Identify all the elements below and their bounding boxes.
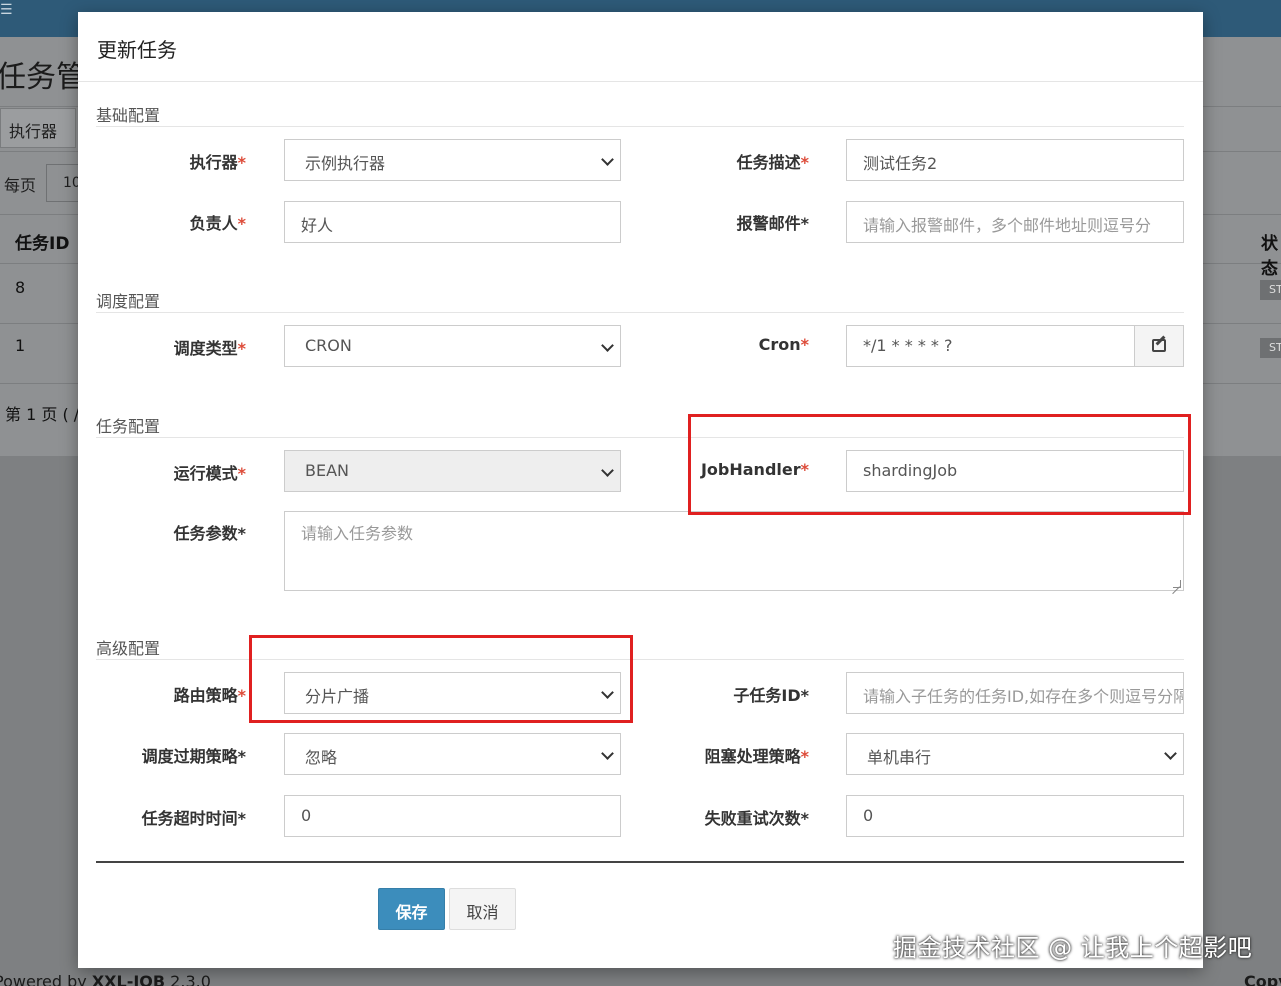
job-desc-label: 任务描述*: [649, 149, 809, 173]
resize-handle[interactable]: [1173, 580, 1181, 588]
footer-version: 2.3.0: [165, 972, 211, 986]
schedule-type-select[interactable]: CRON: [284, 325, 621, 367]
table-header-id: 任务ID: [15, 234, 70, 254]
section-divider: [96, 312, 1184, 313]
schedule-type-label-text: 调度类型: [173, 339, 238, 358]
status-badge: ST: [1260, 338, 1281, 358]
required-mark: *: [237, 214, 246, 233]
alarm-email-label: 报警邮件*: [736, 214, 809, 233]
save-button[interactable]: 保存: [378, 888, 445, 930]
block-strategy-value: 单机串行: [867, 748, 932, 767]
per-page-label: 每页: [4, 176, 37, 195]
author-label-text: 负责人: [189, 214, 238, 233]
chevron-down-icon: [1164, 747, 1177, 760]
footer-copyright: Copy: [1244, 972, 1281, 986]
glue-type-value: BEAN: [305, 461, 349, 480]
job-param-placeholder: 请输入任务参数: [301, 524, 414, 543]
schedule-type-value: CRON: [305, 336, 352, 355]
footer-powered-prefix: Powered by: [0, 972, 92, 986]
watermark: 掘金技术社区 @ 让我上个超影吧: [893, 934, 1253, 962]
block-strategy-label-text: 阻塞处理策略: [704, 747, 801, 766]
footer-product-name: XXL-JOB: [91, 972, 166, 986]
child-job-id-label: 子任务ID*: [733, 686, 809, 705]
timeout-label: 任务超时时间*: [141, 809, 246, 828]
required-mark: *: [237, 686, 246, 705]
chevron-down-icon: [601, 339, 614, 352]
route-strategy-label: 路由策略*: [86, 682, 246, 706]
menu-toggle-icon[interactable]: ☰: [0, 2, 13, 18]
table-cell-id: 8: [15, 278, 26, 297]
pagination-info: 第 1 页 ( /: [5, 405, 80, 424]
required-mark: *: [800, 747, 809, 766]
footer-powered-by: Powered by XXL-JOB 2.3.0: [0, 972, 211, 986]
table-cell-id: 1: [15, 336, 26, 355]
executor-select[interactable]: 示例执行器: [284, 139, 621, 181]
misfire-strategy-value: 忽略: [305, 748, 338, 767]
block-strategy-select[interactable]: 单机串行: [846, 733, 1184, 775]
update-task-modal: 更新任务 基础配置 执行器* 示例执行器 任务描述* 测试任务2 负责人* 好人…: [78, 12, 1203, 968]
required-mark: *: [800, 335, 809, 354]
chevron-down-icon: [601, 747, 614, 760]
cron-input[interactable]: */1 * * * * ?: [846, 325, 1135, 367]
modal-title: 更新任务: [97, 38, 177, 62]
timeout-input[interactable]: 0: [284, 795, 621, 837]
section-task-config: 任务配置: [96, 417, 161, 436]
status-badge: ST: [1260, 280, 1281, 300]
required-mark: *: [237, 153, 246, 172]
required-mark: *: [800, 153, 809, 172]
required-mark: *: [237, 464, 246, 483]
section-basic-config: 基础配置: [96, 106, 161, 125]
executor-label-text: 执行器: [189, 153, 238, 172]
required-mark: *: [237, 339, 246, 358]
chevron-down-icon: [601, 153, 614, 166]
block-strategy-label: 阻塞处理策略*: [649, 743, 809, 767]
highlight-box-jobhandler: [688, 414, 1191, 515]
cron-edit-button[interactable]: [1134, 325, 1184, 367]
modal-header: 更新任务: [78, 12, 1203, 82]
glue-type-label-text: 运行模式: [173, 464, 238, 483]
cron-label-text: Cron: [758, 335, 801, 354]
edit-icon: [1152, 339, 1166, 352]
glue-type-select: BEAN: [284, 450, 621, 492]
author-label: 负责人*: [86, 210, 246, 234]
author-input[interactable]: 好人: [284, 201, 621, 243]
misfire-strategy-select[interactable]: 忽略: [284, 733, 621, 775]
alarm-email-input[interactable]: 请输入报警邮件，多个邮件地址则逗号分: [846, 201, 1184, 243]
child-job-id-input[interactable]: 请输入子任务的任务ID,如存在多个则逗号分隔: [846, 672, 1184, 714]
fail-retry-label: 失败重试次数*: [704, 809, 809, 828]
page-title: 任务管: [0, 60, 86, 95]
executor-filter-button[interactable]: 执行器: [0, 108, 76, 148]
job-desc-label-text: 任务描述: [736, 153, 801, 172]
cancel-button[interactable]: 取消: [449, 888, 516, 930]
per-page-select[interactable]: 10: [46, 164, 81, 202]
executor-label: 执行器*: [86, 149, 246, 173]
section-advanced-config: 高级配置: [96, 639, 161, 658]
route-strategy-label-text: 路由策略: [173, 686, 238, 705]
job-param-label: 任务参数*: [173, 524, 246, 543]
misfire-strategy-label: 调度过期策略*: [141, 747, 246, 766]
executor-select-value: 示例执行器: [305, 154, 386, 173]
cron-label: Cron*: [649, 335, 809, 354]
schedule-type-label: 调度类型*: [86, 335, 246, 359]
glue-type-label: 运行模式*: [86, 460, 246, 484]
fail-retry-input[interactable]: 0: [846, 795, 1184, 837]
job-desc-input[interactable]: 测试任务2: [846, 139, 1184, 181]
section-schedule-config: 调度配置: [96, 292, 161, 311]
job-param-textarea[interactable]: 请输入任务参数: [284, 511, 1184, 591]
form-divider: [96, 861, 1184, 863]
highlight-box-route-strategy: [249, 635, 633, 723]
chevron-down-icon: [601, 464, 614, 477]
section-divider: [96, 126, 1184, 127]
